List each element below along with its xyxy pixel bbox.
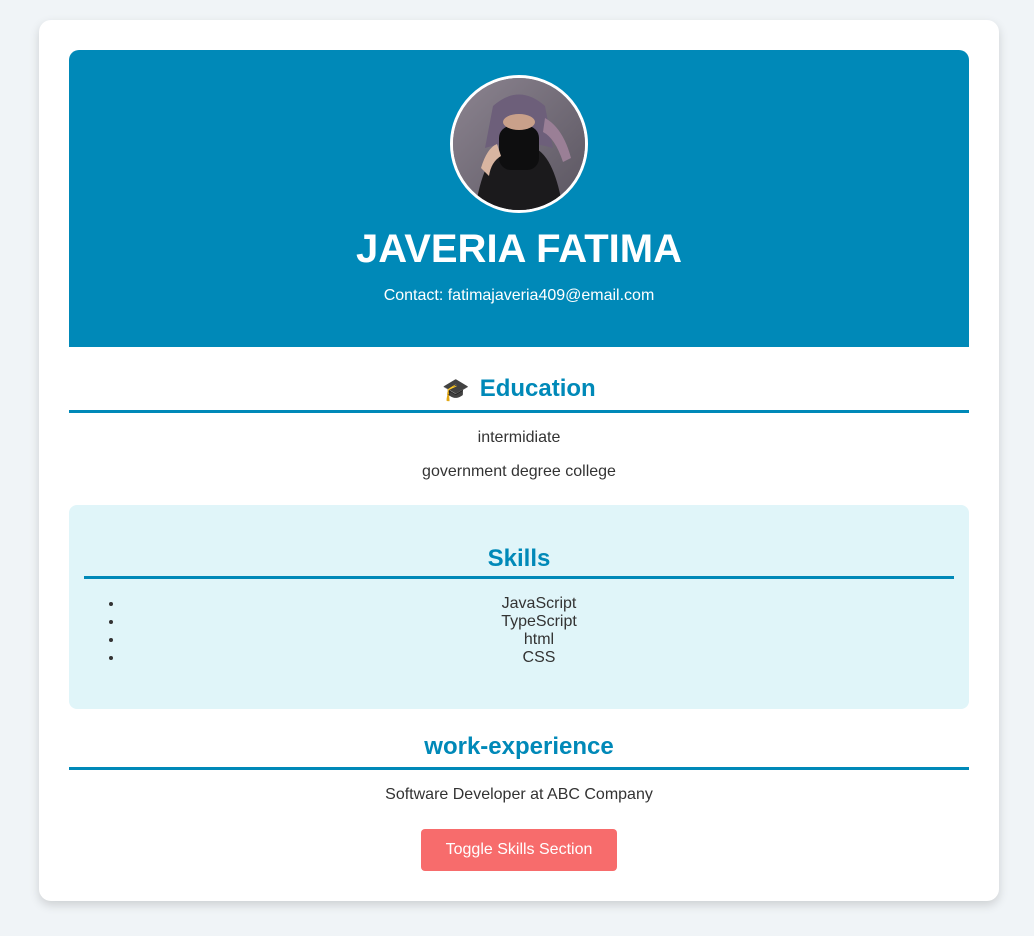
work-experience-section: work-experience Software Developer at AB… <box>69 733 969 804</box>
profile-photo <box>453 78 585 210</box>
skill-item: JavaScript <box>124 595 954 613</box>
education-divider <box>69 410 969 413</box>
education-title-text: Education <box>479 375 596 402</box>
skill-item: CSS <box>124 649 954 667</box>
work-experience-title: work-experience <box>424 733 614 760</box>
skill-item: TypeScript <box>124 613 954 631</box>
skills-title: Skills <box>487 545 551 572</box>
skills-section: Skills JavaScript TypeScript html CSS <box>69 505 969 709</box>
graduation-cap-icon: 🎓 <box>442 377 470 402</box>
education-section: 🎓 Education intermidiate government degre… <box>69 375 969 481</box>
work-experience-divider <box>69 767 969 770</box>
skill-item: html <box>124 631 954 649</box>
skills-divider <box>84 576 954 579</box>
contact-email: Contact: fatimajaveria409@email.com <box>383 287 655 304</box>
work-experience-item: Software Developer at ABC Company <box>385 786 653 803</box>
resume-card: JAVERIA FATIMA Contact: fatimajaveria409… <box>39 20 999 901</box>
education-item: intermidiate <box>477 429 561 446</box>
skills-list: JavaScript TypeScript html CSS <box>84 595 954 667</box>
avatar <box>450 75 588 213</box>
profile-name: JAVERIA FATIMA <box>356 227 682 271</box>
toggle-skills-button[interactable]: Toggle Skills Section <box>421 829 617 871</box>
education-title: 🎓 Education <box>69 375 969 410</box>
resume-header: JAVERIA FATIMA Contact: fatimajaveria409… <box>69 50 969 347</box>
education-item: government degree college <box>422 463 616 480</box>
